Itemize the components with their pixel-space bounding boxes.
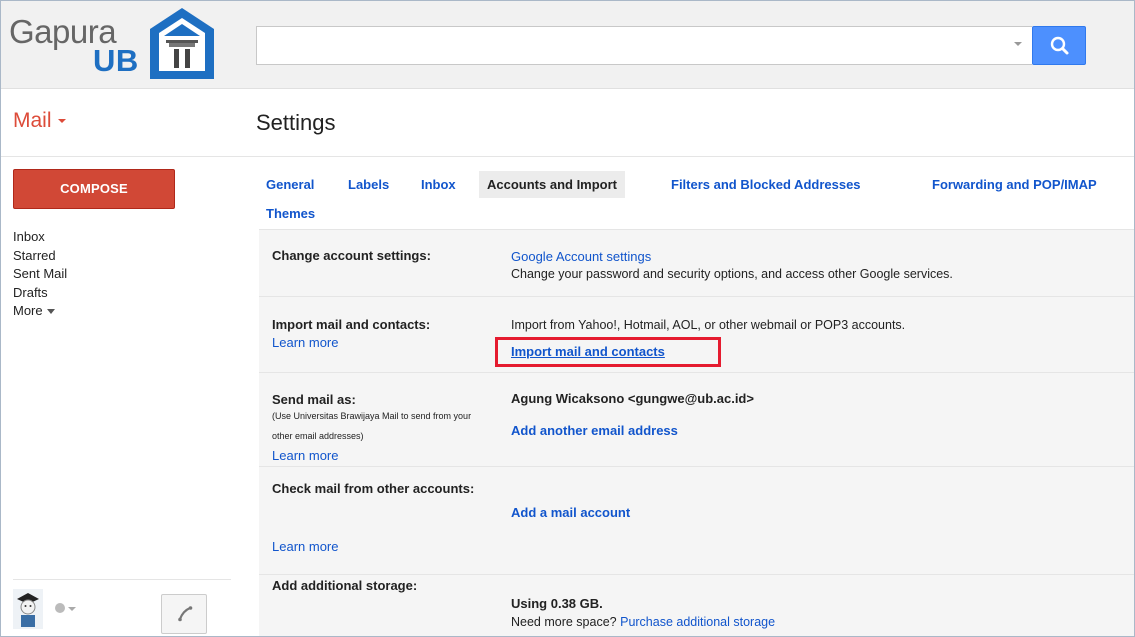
learn-more-link[interactable]: Learn more — [272, 448, 338, 463]
sidebar-item-drafts[interactable]: Drafts — [13, 284, 228, 302]
avatar[interactable] — [13, 589, 43, 629]
setting-row-check-mail: Check mail from other accounts: Learn mo… — [259, 467, 1134, 575]
tab-themes[interactable]: Themes — [266, 206, 315, 221]
add-another-email-link[interactable]: Add another email address — [511, 423, 678, 438]
sidebar-item-more[interactable]: More — [13, 302, 228, 320]
setting-description: Change your password and security option… — [511, 267, 953, 281]
add-mail-account-link[interactable]: Add a mail account — [511, 505, 630, 520]
top-header: Gapura UB — [1, 1, 1134, 89]
learn-more-link[interactable]: Learn more — [272, 539, 338, 554]
setting-row-send-as: Send mail as: (Use Universitas Brawijaya… — [259, 373, 1134, 467]
chevron-down-icon — [46, 309, 55, 315]
setting-label: Import mail and contacts: — [272, 317, 431, 332]
storage-usage: Using 0.38 GB. — [511, 596, 603, 611]
send-as-address: Agung Wicaksono <gungwe@ub.ac.id> — [511, 391, 754, 406]
chevron-down-icon — [57, 119, 66, 124]
status-chevron-down-icon[interactable] — [68, 607, 76, 611]
logo-text-ub: UB — [93, 43, 139, 78]
learn-more-link[interactable]: Learn more — [272, 335, 338, 350]
app-window: Gapura UB Mail Settings COMPOSE Inbox St… — [0, 0, 1135, 637]
page-title: Settings — [256, 110, 336, 135]
status-icon[interactable] — [55, 603, 65, 613]
tab-filters-and-blocked-addresses[interactable]: Filters and Blocked Addresses — [671, 177, 861, 192]
send-as-note: (Use Universitas Brawijaya Mail to send … — [272, 411, 472, 441]
sidebar-nav: Inbox Starred Sent Mail Drafts More — [13, 228, 228, 321]
sidebar-item-more-label: More — [13, 303, 43, 318]
tab-inbox[interactable]: Inbox — [421, 177, 456, 192]
sidebar-divider — [13, 579, 231, 580]
setting-row-storage: Add additional storage: Using 0.38 GB. N… — [259, 575, 1134, 636]
storage-prompt-line: Need more space? Purchase additional sto… — [511, 615, 775, 629]
highlight-box — [495, 337, 721, 367]
search-icon — [1050, 36, 1069, 55]
search-button[interactable] — [1032, 26, 1086, 65]
setting-description: Import from Yahoo!, Hotmail, AOL, or oth… — [511, 318, 906, 332]
header-divider — [1, 156, 1134, 157]
setting-label: Add additional storage: — [272, 578, 418, 593]
search-options-chevron-down-icon[interactable] — [1014, 42, 1022, 46]
sidebar-item-starred[interactable]: Starred — [13, 247, 228, 265]
sidebar-item-inbox[interactable]: Inbox — [13, 228, 228, 246]
tab-accounts-and-import[interactable]: Accounts and Import — [479, 171, 626, 198]
setting-label: Check mail from other accounts: — [272, 481, 475, 496]
phone-button[interactable] — [161, 594, 207, 634]
gapura-ub-logo[interactable]: Gapura UB — [7, 5, 222, 85]
tab-forwarding-and-pop-imap[interactable]: Forwarding and POP/IMAP — [932, 177, 1097, 192]
google-account-settings-link[interactable]: Google Account settings — [511, 249, 651, 264]
phone-icon — [178, 606, 193, 622]
app-switcher-label: Mail — [13, 109, 52, 132]
setting-row-change-account: Change account settings: Google Account … — [259, 230, 1134, 297]
search-input[interactable] — [256, 26, 1032, 65]
compose-button[interactable]: COMPOSE — [13, 169, 175, 209]
tab-labels[interactable]: Labels — [348, 177, 389, 192]
purchase-storage-link[interactable]: Purchase additional storage — [620, 615, 775, 629]
storage-prompt: Need more space? — [511, 615, 617, 629]
sidebar-item-sent-mail[interactable]: Sent Mail — [13, 265, 228, 283]
tab-general[interactable]: General — [266, 177, 314, 192]
setting-label: Change account settings: — [272, 248, 431, 263]
accounts-settings-panel: Change account settings: Google Account … — [259, 230, 1134, 636]
gate-emblem-icon — [150, 8, 214, 79]
app-switcher-mail[interactable]: Mail — [13, 109, 66, 133]
